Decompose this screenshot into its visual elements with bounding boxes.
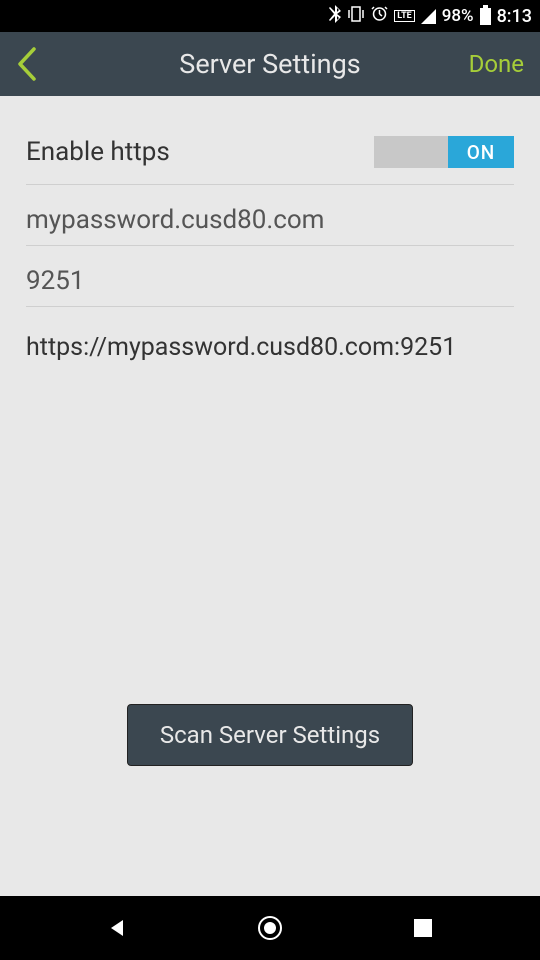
host-input[interactable] [26, 205, 514, 235]
back-button[interactable] [16, 47, 48, 81]
alarm-icon [371, 5, 388, 27]
app-bar: Server Settings Done [0, 32, 540, 96]
bluetooth-icon [329, 5, 341, 28]
vibrate-icon [347, 6, 365, 27]
nav-home-button[interactable] [250, 908, 290, 948]
status-icons: LTE 98% 8:13 [329, 5, 532, 28]
clock-time: 8:13 [497, 6, 532, 27]
done-button[interactable]: Done [469, 50, 524, 78]
https-label: Enable https [26, 137, 170, 167]
content-area: Enable https ON https://mypassword.cusd8… [0, 96, 540, 896]
toggle-on-label: ON [448, 136, 514, 168]
full-url-display: https://mypassword.cusd80.com:9251 [26, 307, 514, 388]
host-row [26, 185, 514, 246]
https-toggle-row: Enable https ON [26, 120, 514, 185]
battery-percent: 98% [442, 6, 474, 26]
scan-server-settings-button[interactable]: Scan Server Settings [127, 704, 413, 766]
port-row [26, 246, 514, 307]
nav-recent-button[interactable] [403, 908, 443, 948]
signal-icon [421, 9, 436, 24]
nav-back-button[interactable] [97, 908, 137, 948]
lte-badge: LTE [394, 10, 415, 22]
system-nav-bar [0, 896, 540, 960]
battery-icon [480, 8, 491, 25]
port-input[interactable] [26, 266, 514, 296]
page-title: Server Settings [179, 48, 360, 80]
https-toggle[interactable]: ON [374, 136, 514, 168]
spacer [26, 388, 514, 704]
status-bar: LTE 98% 8:13 [0, 0, 540, 32]
